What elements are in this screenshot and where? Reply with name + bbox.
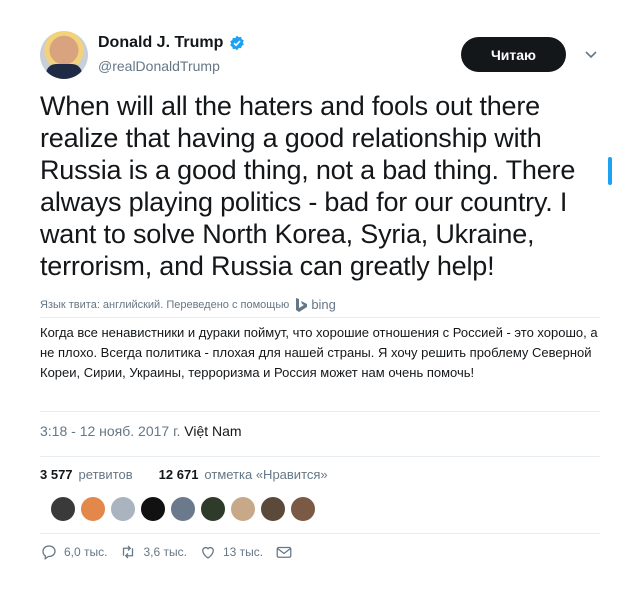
tweet-location[interactable]: Việt Nam: [184, 423, 241, 439]
tweet-timestamp[interactable]: 3:18 - 12 нояб. 2017 г.: [40, 423, 180, 439]
translation-meta-label: Язык твита: английский. Переведено с пом…: [40, 298, 290, 311]
retweets-label[interactable]: ретвитов: [79, 467, 133, 482]
envelope-icon: [276, 546, 292, 558]
retweet-button[interactable]: 3,6 тыс.: [119, 543, 187, 561]
tweet-stats: 3 577 ретвитов 12 671 отметка «Нравится»: [40, 467, 328, 482]
author-name-row[interactable]: Donald J. Trump: [98, 34, 245, 52]
liker-avatar[interactable]: [170, 496, 196, 522]
bing-label[interactable]: bing: [311, 297, 336, 312]
chevron-down-icon[interactable]: [583, 46, 599, 62]
liker-avatar[interactable]: [80, 496, 106, 522]
scroll-indicator: [608, 157, 612, 185]
liker-avatar[interactable]: [50, 496, 76, 522]
liked-by-avatars: [50, 496, 316, 522]
liker-avatar[interactable]: [260, 496, 286, 522]
like-count: 13 тыс.: [222, 545, 264, 559]
author-display-name[interactable]: Donald J. Trump: [98, 34, 223, 52]
translation-meta: Язык твита: английский. Переведено с пом…: [40, 297, 336, 312]
verified-badge-icon: [230, 35, 245, 51]
reply-icon: [42, 545, 56, 561]
liker-avatar[interactable]: [140, 496, 166, 522]
like-button[interactable]: 13 тыс.: [199, 543, 263, 561]
tweet-card: Donald J. Trump @realDonaldTrump Читаю W…: [0, 0, 640, 595]
retweets-count[interactable]: 3 577: [40, 467, 73, 482]
tweet-text: When will all the haters and fools out t…: [40, 91, 576, 281]
heart-icon: [202, 546, 214, 559]
divider: [40, 456, 600, 457]
retweet-icon: [123, 545, 134, 559]
translated-text: Когда все ненавистники и дураки поймут, …: [40, 325, 598, 380]
divider: [40, 317, 600, 318]
author-handle[interactable]: @realDonaldTrump: [98, 58, 220, 74]
avatar-suit-shape: [46, 64, 82, 79]
bing-icon: [296, 297, 308, 312]
tweet-actions: 6,0 тыс. 3,6 тыс. 13 тыс.: [40, 543, 305, 561]
liker-avatar[interactable]: [230, 496, 256, 522]
liker-avatar[interactable]: [290, 496, 316, 522]
tweet-meta: 3:18 - 12 нояб. 2017 г. Việt Nam: [40, 423, 242, 439]
divider: [40, 411, 600, 412]
liker-avatar[interactable]: [200, 496, 226, 522]
liker-avatar[interactable]: [110, 496, 136, 522]
likes-count[interactable]: 12 671: [159, 467, 199, 482]
retweet-count: 3,6 тыс.: [143, 545, 187, 559]
author-avatar[interactable]: [40, 31, 88, 79]
likes-label[interactable]: отметка «Нравится»: [204, 467, 327, 482]
divider: [40, 533, 600, 534]
reply-button[interactable]: 6,0 тыс.: [40, 543, 107, 561]
direct-message-button[interactable]: [275, 543, 293, 561]
following-button[interactable]: Читаю: [461, 37, 566, 72]
reply-count: 6,0 тыс.: [64, 545, 108, 559]
